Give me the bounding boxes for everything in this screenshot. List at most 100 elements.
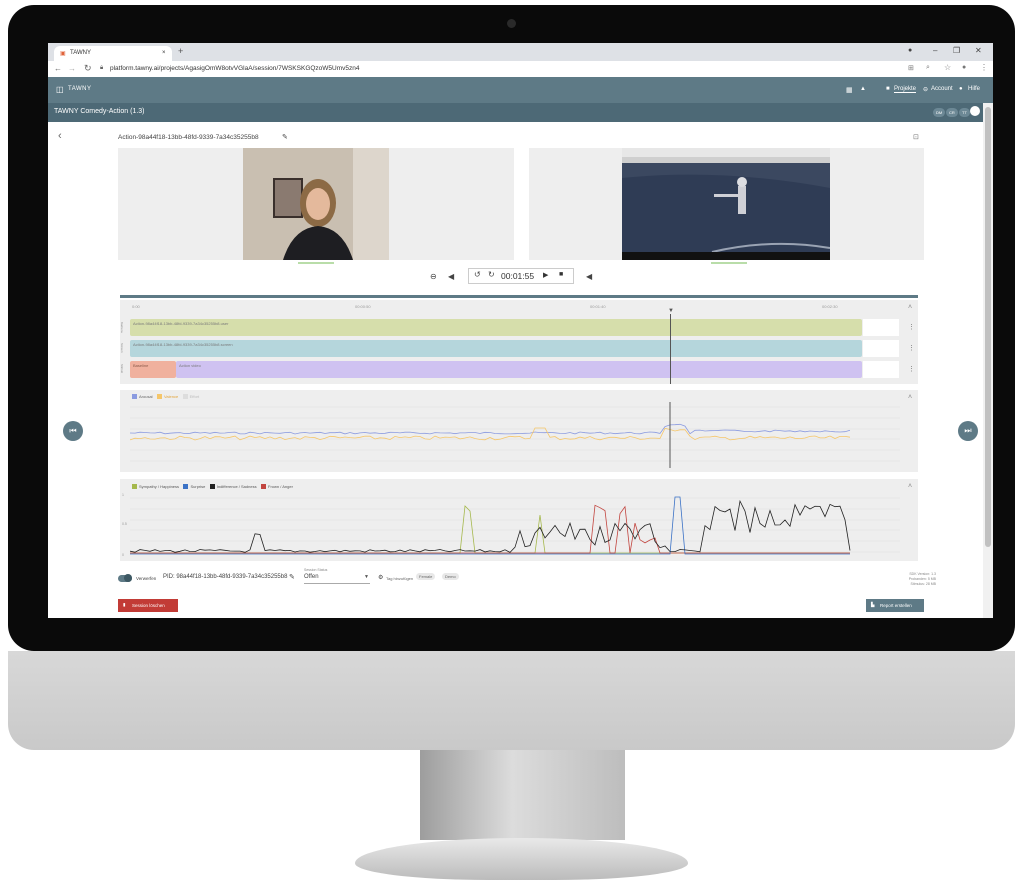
bell-icon[interactable]: ▲ xyxy=(860,86,866,92)
new-tab-button[interactable]: + xyxy=(178,46,183,56)
sympathy-line xyxy=(130,505,850,554)
back-arrow-icon[interactable]: ← xyxy=(54,64,62,73)
timeline-progress-bar[interactable] xyxy=(120,295,918,298)
tab-favicon-icon: ▣ xyxy=(60,51,66,57)
app-header: ◫ TAWNY ▦ ▲ ■ Projekte ⊖ Account ● Hilfe xyxy=(48,77,993,103)
legend-surprise[interactable]: Surprise xyxy=(183,484,205,490)
track-screen[interactable]: Action-98a44f18-13bb-48fd-9339-7a34c3525… xyxy=(130,340,862,357)
tag-demo[interactable]: Demo xyxy=(442,573,459,580)
volume-right-icon[interactable]: ◀ xyxy=(586,272,592,281)
timeline-panel: 0:00 00:00:50 00:01:40 00:02:30 ▼ ˄ Acti… xyxy=(120,300,918,384)
legend-valence[interactable]: Valence xyxy=(157,394,178,400)
app-logo-text[interactable]: TAWNY xyxy=(68,86,92,92)
volume-left-icon[interactable]: ◀ xyxy=(448,272,454,281)
user-badge-dm[interactable]: DM xyxy=(933,108,946,117)
menu-dots-icon[interactable]: ⋮ xyxy=(980,63,988,72)
webcam-video-panel xyxy=(118,148,514,264)
chart2-grid xyxy=(130,497,900,553)
rewind-icon[interactable]: ↺ xyxy=(474,270,481,279)
monitor-foot xyxy=(355,838,688,880)
user-badge-cr[interactable]: CR xyxy=(946,108,958,117)
collapse-timeline-icon[interactable]: ˄ xyxy=(908,304,912,311)
folder-icon: ■ xyxy=(886,86,890,92)
browser-tabbar: ▣ TAWNY × + ● – ❐ ✕ xyxy=(48,43,993,61)
account-nav-icon: ⊖ xyxy=(923,87,929,93)
next-session-button[interactable]: ⏭ xyxy=(958,421,978,441)
screen-indicator xyxy=(711,262,747,264)
settings-gear-icon[interactable]: ⚙ xyxy=(378,574,383,581)
play-icon[interactable]: ▶ xyxy=(543,271,548,279)
account-icon[interactable]: ● xyxy=(962,64,966,71)
bookmark-star-icon[interactable]: ☆ xyxy=(944,63,951,72)
status-select[interactable]: Offen ▼ xyxy=(304,574,370,584)
frown-line xyxy=(130,504,850,554)
nav-projects[interactable]: Projekte xyxy=(894,86,917,93)
track-user-side: Kamera xyxy=(120,322,124,333)
tab-title: TAWNY xyxy=(70,50,91,56)
edit-title-icon[interactable]: ✎ xyxy=(282,133,288,141)
collapse-chart1-icon[interactable]: ˄ xyxy=(908,394,912,401)
legend-frown[interactable]: Frown / Anger xyxy=(261,484,293,490)
session-content: ‹ Action-98a44f18-13bb-48fd-9339-7a34c35… xyxy=(48,122,993,618)
stimulus-size: Stimulus: 28 MB xyxy=(910,582,936,586)
screen-video[interactable] xyxy=(622,148,830,260)
track-stimulus[interactable]: Action video xyxy=(176,361,862,378)
stop-icon[interactable]: ■ xyxy=(559,271,563,278)
add-tag-link[interactable]: Tag hinzufügen xyxy=(386,576,413,581)
grid-icon[interactable]: ▦ xyxy=(846,86,853,94)
lock-session-icon[interactable]: ⊡ xyxy=(913,133,919,141)
user-badge-tt[interactable]: TT xyxy=(959,108,970,117)
timeline-playhead xyxy=(670,314,671,384)
collapse-chart2-icon[interactable]: ˄ xyxy=(908,483,912,490)
webcam-video[interactable] xyxy=(243,148,389,260)
nav-help[interactable]: Hilfe xyxy=(968,86,980,92)
chart2-legend: Sympathy / Happiness Surprise Indifferen… xyxy=(132,484,293,490)
maximize-icon[interactable]: ❐ xyxy=(953,46,960,55)
discard-toggle[interactable] xyxy=(118,574,132,582)
page-scrollbar[interactable] xyxy=(983,103,993,618)
track-screen-menu-icon[interactable]: ⋮ xyxy=(908,344,915,352)
forward-icon[interactable]: ↻ xyxy=(488,270,495,279)
zoom-icon[interactable]: ⌕ xyxy=(926,64,930,72)
track-stimulus-menu-icon[interactable]: ⋮ xyxy=(908,365,915,373)
status-label: Session Status xyxy=(304,568,328,572)
arousal-valence-chart xyxy=(130,402,900,468)
track-baseline[interactable]: Baseline xyxy=(130,361,176,378)
url-text[interactable]: platform.tawny.ai/projects/AgasigOmW8otv… xyxy=(110,65,360,72)
nav-account[interactable]: Account xyxy=(931,86,953,92)
previous-session-button[interactable]: ⏮ xyxy=(63,421,83,441)
camera-toggle-icon[interactable]: ⊖ xyxy=(430,272,437,281)
create-report-button[interactable]: ▙ Report erstellen xyxy=(866,599,924,612)
tawny-logo-icon[interactable]: ◫ xyxy=(56,85,64,94)
close-window-icon[interactable]: ✕ xyxy=(975,46,982,55)
trash-icon: ▮ xyxy=(123,602,126,607)
camera-dot xyxy=(507,19,516,28)
report-icon: ▙ xyxy=(871,602,875,607)
session-info: SDK Version: 1.3 Probanden: 5 MB Stimulu… xyxy=(858,572,936,587)
user-avatar[interactable] xyxy=(970,106,980,116)
minimize-icon[interactable]: – xyxy=(933,46,937,55)
edit-pid-icon[interactable]: ✎ xyxy=(289,573,295,581)
valence-line xyxy=(130,427,851,441)
legend-arousal[interactable]: Arousal xyxy=(132,394,153,400)
track-user[interactable]: Action-98a44f18-13bb-48fd-9339-7a34c3525… xyxy=(130,319,862,336)
back-chevron-icon[interactable]: ‹ xyxy=(58,130,62,142)
legend-sympathy[interactable]: Sympathy / Happiness xyxy=(132,484,179,490)
monitor-stand xyxy=(420,750,625,840)
legend-indifference[interactable]: Indifference / Sadness xyxy=(209,484,257,490)
playback-control-group: ↺ ↻ 00:01:55 ▶ ■ xyxy=(468,268,574,284)
profile-icon[interactable]: ● xyxy=(908,47,912,54)
chart2-ytick-1: 1 xyxy=(122,493,124,497)
delete-session-button[interactable]: ▮ Session löschen xyxy=(118,599,178,612)
track-user-menu-icon[interactable]: ⋮ xyxy=(908,323,915,331)
chart2-ytick-05: 0.5 xyxy=(122,522,127,526)
tab-close-icon[interactable]: × xyxy=(162,50,166,56)
tag-female[interactable]: Female xyxy=(416,573,436,580)
legend-effort[interactable]: Effort xyxy=(182,394,199,400)
browser-tab[interactable]: ▣ TAWNY × xyxy=(54,46,172,61)
track-screen-side: Screen xyxy=(120,343,124,353)
lock-icon: 🔒︎ xyxy=(100,65,104,71)
translate-icon[interactable]: ⊞ xyxy=(908,64,914,72)
forward-arrow-icon[interactable]: → xyxy=(68,64,76,73)
reload-icon[interactable]: ↻ xyxy=(84,63,92,74)
